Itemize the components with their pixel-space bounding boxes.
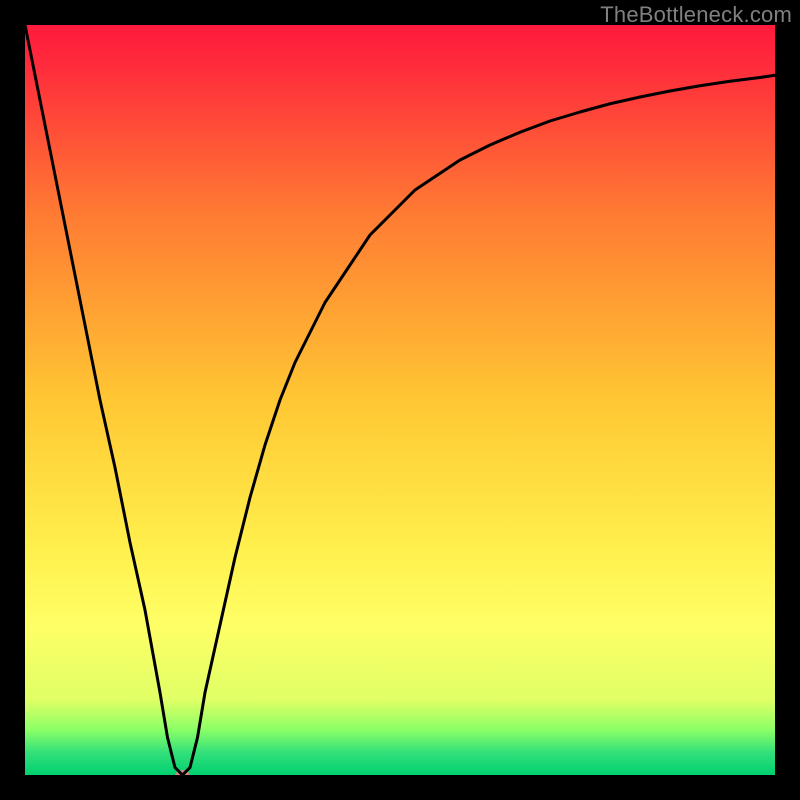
chart-root: TheBottleneck.com bbox=[0, 0, 800, 800]
watermark-label: TheBottleneck.com bbox=[600, 2, 792, 28]
plot-area bbox=[25, 25, 775, 780]
bottleneck-chart bbox=[0, 0, 800, 800]
plot-background-gradient bbox=[25, 25, 775, 775]
